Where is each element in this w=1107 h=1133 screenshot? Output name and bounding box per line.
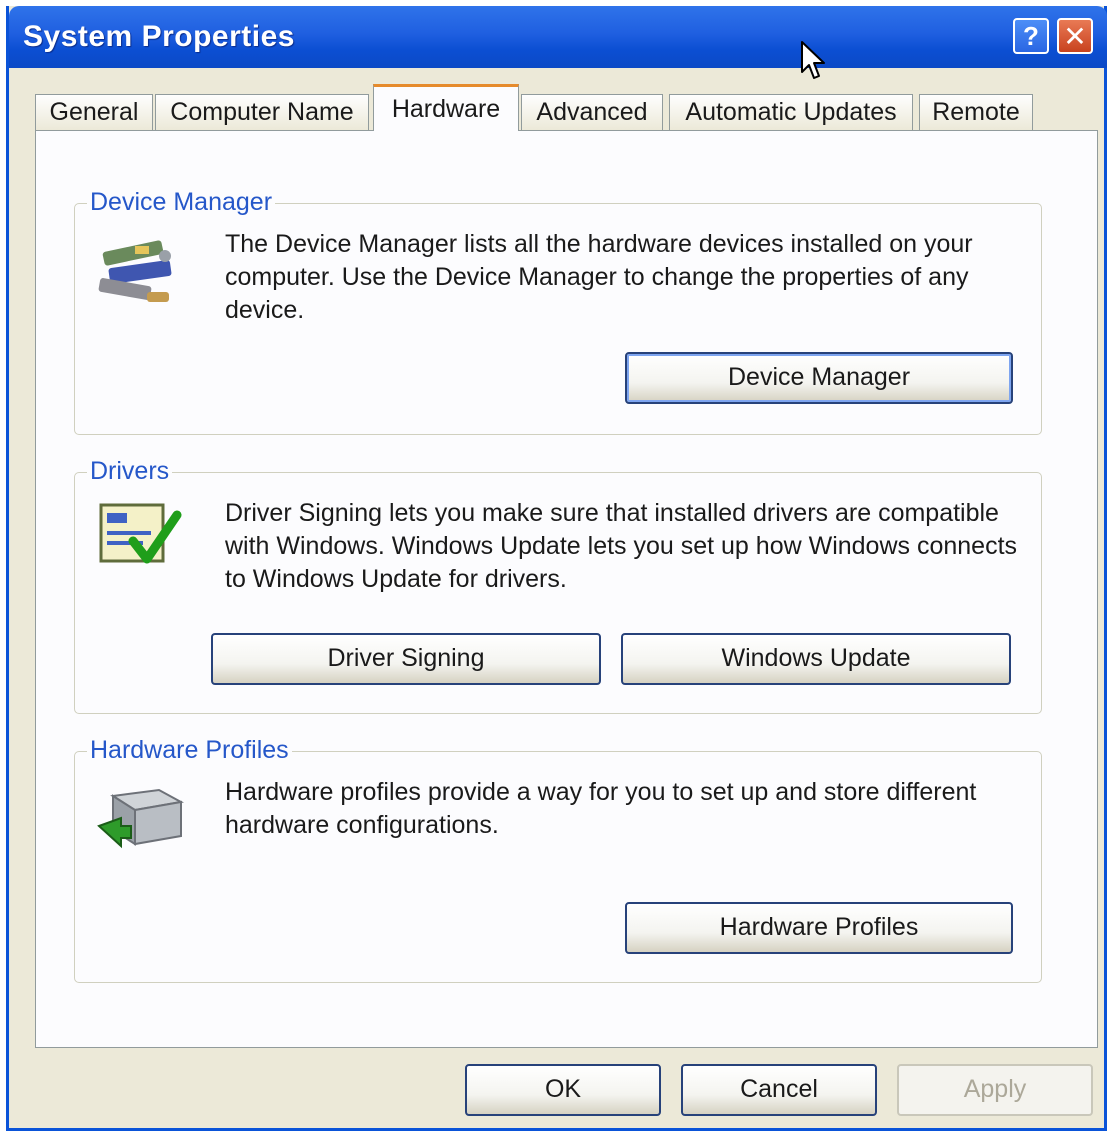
tab-advanced[interactable]: Advanced (521, 94, 663, 130)
ok-button[interactable]: OK (465, 1064, 661, 1116)
drivers-group-label: Drivers (87, 457, 173, 486)
hardware-profiles-group: Hardware Profiles Hardware profiles prov… (74, 736, 1042, 983)
hardware-profiles-button[interactable]: Hardware Profiles (625, 902, 1013, 954)
close-button[interactable]: ✕ (1057, 18, 1093, 54)
driver-signing-button[interactable]: Driver Signing (211, 633, 601, 685)
tab-computer-name[interactable]: Computer Name (155, 94, 369, 130)
tab-remote[interactable]: Remote (919, 94, 1033, 130)
device-manager-description: The Device Manager lists all the hardwar… (225, 230, 973, 324)
system-properties-window: System Properties ? ✕ General Computer N… (6, 6, 1107, 1131)
driver-signing-icon (95, 497, 185, 582)
tab-automatic-updates[interactable]: Automatic Updates (669, 94, 913, 130)
hardware-profiles-description: Hardware profiles provide a way for you … (225, 778, 977, 839)
device-manager-icon (95, 234, 185, 319)
hardware-profiles-icon (95, 782, 185, 867)
apply-button[interactable]: Apply (897, 1064, 1093, 1116)
drivers-group: Drivers Driver Signing lets you make sur… (74, 457, 1042, 714)
tab-hardware[interactable]: Hardware (373, 84, 519, 131)
title-bar[interactable]: System Properties ? ✕ (9, 6, 1107, 68)
cancel-button[interactable]: Cancel (681, 1064, 877, 1116)
device-manager-group-label: Device Manager (87, 188, 276, 217)
hardware-profiles-group-label: Hardware Profiles (87, 736, 292, 765)
window-title: System Properties (23, 20, 295, 53)
mouse-cursor-icon (800, 40, 828, 87)
windows-update-button[interactable]: Windows Update (621, 633, 1011, 685)
tab-general[interactable]: General (35, 94, 153, 130)
device-manager-group: Device Manager The Device Manager lists … (74, 188, 1042, 435)
device-manager-button[interactable]: Device Manager (625, 352, 1013, 404)
help-button[interactable]: ? (1013, 18, 1049, 54)
hardware-tab-panel: Device Manager The Device Manager lists … (35, 130, 1098, 1048)
drivers-description: Driver Signing lets you make sure that i… (225, 499, 1018, 593)
